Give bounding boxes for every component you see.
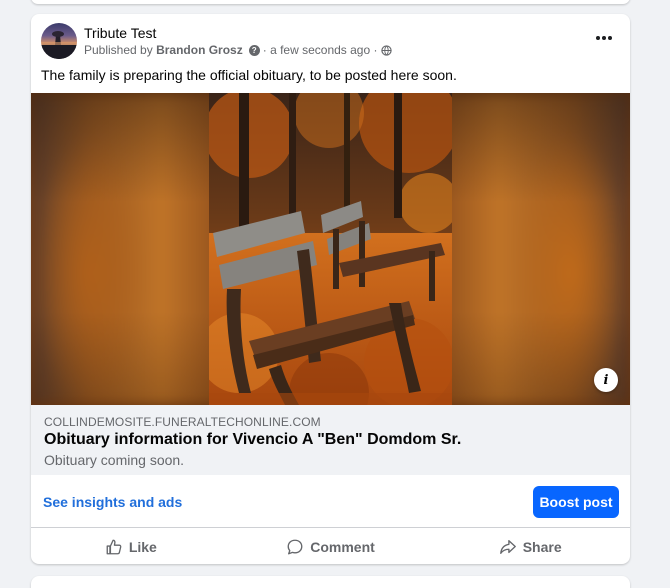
link-domain: COLLINDEMOSITE.FUNERALTECHONLINE.COM bbox=[44, 415, 321, 429]
comment-icon bbox=[286, 538, 304, 556]
help-icon[interactable]: ? bbox=[248, 44, 260, 56]
page-name[interactable]: Tribute Test bbox=[84, 25, 156, 41]
post-media[interactable]: i bbox=[31, 93, 630, 405]
autumn-bench-photo[interactable] bbox=[209, 93, 452, 405]
link-preview[interactable]: COLLINDEMOSITE.FUNERALTECHONLINE.COM Obi… bbox=[31, 405, 630, 475]
post-card: Tribute Test Published by Brandon Grosz … bbox=[31, 14, 630, 564]
post-header: Tribute Test Published by Brandon Grosz … bbox=[31, 14, 630, 64]
boost-post-button[interactable]: Boost post bbox=[533, 486, 619, 518]
share-button[interactable]: Share bbox=[430, 529, 630, 564]
link-title[interactable]: Obituary information for Vivencio A "Ben… bbox=[44, 431, 461, 449]
like-button[interactable]: Like bbox=[31, 529, 231, 564]
comment-label: Comment bbox=[310, 538, 375, 555]
author-name[interactable]: Brandon Grosz bbox=[156, 43, 243, 57]
like-label: Like bbox=[128, 538, 157, 555]
time-separator: · bbox=[262, 43, 267, 57]
page-avatar[interactable] bbox=[41, 23, 77, 59]
insights-row: See insights and ads Boost post bbox=[31, 475, 630, 528]
info-icon[interactable]: i bbox=[594, 368, 618, 392]
like-icon bbox=[105, 538, 123, 556]
link-description: Obituary coming soon. bbox=[44, 452, 185, 468]
published-by-prefix: Published by bbox=[84, 43, 153, 57]
globe-icon[interactable] bbox=[380, 44, 392, 56]
comment-button[interactable]: Comment bbox=[231, 529, 431, 564]
post-text: The family is preparing the official obi… bbox=[41, 67, 457, 83]
post-actions: Like Comment Share bbox=[31, 529, 630, 564]
post-timestamp[interactable]: a few seconds ago bbox=[270, 43, 370, 57]
next-post-card bbox=[31, 576, 630, 588]
more-options-icon[interactable] bbox=[594, 30, 614, 46]
previous-post-card bbox=[31, 0, 630, 4]
post-meta: Published by Brandon Grosz ? · a few sec… bbox=[84, 43, 392, 57]
see-insights-link[interactable]: See insights and ads bbox=[43, 494, 182, 510]
share-label: Share bbox=[522, 538, 562, 555]
share-icon bbox=[499, 538, 517, 556]
audience-separator: · bbox=[373, 43, 378, 57]
